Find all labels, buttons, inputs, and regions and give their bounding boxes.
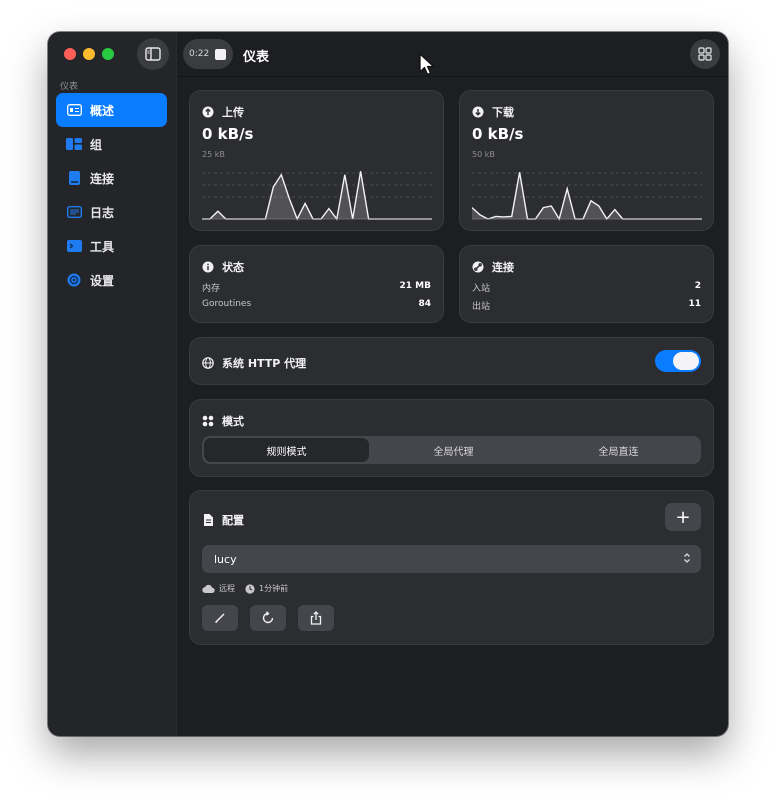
info-icon [202, 261, 214, 273]
sidebar-item-label: 工具 [90, 239, 115, 254]
mode-option-direct[interactable]: 全局直连 [536, 436, 701, 464]
memory-value: 21 MB [399, 281, 431, 291]
connections-icon [66, 170, 82, 186]
recording-indicator[interactable]: 0:22 [183, 39, 233, 69]
memory-row: 内存 21 MB [202, 281, 431, 294]
system-proxy-label: 系统 HTTP 代理 [222, 357, 307, 370]
memory-label: 内存 [202, 284, 221, 294]
profile-select-value: lucy [214, 552, 237, 566]
outbound-label: 出站 [472, 302, 491, 312]
profile-select[interactable]: lucy [202, 545, 701, 573]
outbound-row: 出站 11 [472, 299, 701, 312]
arrow-up-circle-icon [202, 106, 214, 118]
sidebar-toggle-button[interactable] [137, 38, 169, 70]
recording-time: 0:22 [189, 49, 210, 59]
profile-title: 配置 [222, 514, 244, 527]
download-card: 下载 0 kB/s 50 kB [459, 90, 714, 231]
upload-chart [202, 171, 432, 221]
overview-icon [66, 102, 82, 118]
sidebar-item-label: 连接 [90, 171, 115, 186]
profile-source: 远程 [219, 584, 235, 593]
sidebar-item-settings[interactable]: 设置 [56, 263, 167, 297]
clock-icon [245, 583, 255, 594]
connections-card: 连接 入站 2 出站 11 [459, 245, 714, 323]
mode-card: 模式 规则模式 全局代理 全局直连 [189, 399, 714, 477]
globe-icon [202, 357, 214, 369]
sidebar-item-label: 设置 [90, 273, 115, 288]
toolbar: 0:22 仪表 [177, 32, 728, 77]
status-title: 状态 [222, 261, 244, 274]
share-icon [310, 611, 322, 625]
stop-icon [215, 48, 227, 60]
system-proxy-toggle[interactable] [655, 350, 701, 372]
grid-icon [698, 47, 712, 61]
groups-icon [66, 136, 82, 152]
download-title: 下载 [492, 106, 514, 119]
goroutines-row: Goroutines 84 [202, 299, 431, 309]
sidebar-item-logs[interactable]: 日志 [56, 195, 167, 229]
four-dots-icon [202, 415, 214, 427]
inbound-row: 入站 2 [472, 281, 701, 294]
download-chart [472, 172, 702, 221]
download-chart-area [472, 172, 702, 219]
minimize-window-button[interactable] [83, 48, 95, 60]
arrow-down-circle-icon [472, 106, 484, 118]
close-window-button[interactable] [64, 48, 76, 60]
upload-chart-area [202, 171, 432, 219]
system-proxy-card: 系统 HTTP 代理 [189, 337, 714, 385]
add-profile-button[interactable]: + [665, 503, 701, 531]
page-title: 仪表 [243, 50, 270, 65]
goroutines-value: 84 [418, 299, 431, 309]
refresh-icon [262, 611, 274, 624]
pencil-icon [215, 613, 225, 624]
inbound-value: 2 [694, 281, 701, 291]
mode-option-rule[interactable]: 规则模式 [204, 438, 369, 462]
mouse-cursor-icon [419, 53, 435, 76]
zoom-window-button[interactable] [102, 48, 114, 60]
status-card: 状态 内存 21 MB Goroutines 84 [189, 245, 444, 323]
document-icon [202, 514, 214, 526]
sidebar-item-groups[interactable]: 组 [56, 127, 167, 161]
sidebar-item-connections[interactable]: 连接 [56, 161, 167, 195]
app-window: 仪表 概述 组 连接 日志 工具 设置 0:22 仪表 上传 0 kB/s 25… [48, 32, 728, 736]
download-speed: 0 kB/s [472, 125, 524, 143]
toggle-knob [673, 352, 699, 370]
upload-chart-line [202, 171, 432, 221]
sidebar-section-label: 仪表 [60, 82, 79, 92]
edit-profile-button[interactable] [202, 605, 238, 631]
logs-icon [66, 204, 82, 220]
upload-speed: 0 kB/s [202, 125, 254, 143]
mode-title: 模式 [222, 415, 244, 428]
sidebar-item-label: 概述 [90, 103, 115, 118]
sidebar: 仪表 概述 组 连接 日志 工具 设置 [48, 32, 177, 736]
sidebar-item-label: 组 [90, 137, 103, 152]
update-profile-button[interactable] [250, 605, 286, 631]
download-scale: 50 kB [472, 150, 495, 159]
mode-segmented-control: 规则模式 全局代理 全局直连 [202, 436, 701, 464]
upload-scale: 25 kB [202, 150, 225, 159]
mode-option-global[interactable]: 全局代理 [371, 436, 536, 464]
profile-meta: 远程 1分钟前 [202, 583, 298, 594]
settings-icon [66, 272, 82, 288]
sidebar-item-label: 日志 [90, 205, 115, 220]
inbound-label: 入站 [472, 284, 491, 294]
tools-icon [66, 238, 82, 254]
profile-card: 配置 + lucy 远程 1分钟前 [189, 490, 714, 645]
link-icon [472, 261, 484, 273]
chevron-up-down-icon [683, 552, 691, 567]
sidebar-item-tools[interactable]: 工具 [56, 229, 167, 263]
upload-card: 上传 0 kB/s 25 kB [189, 90, 444, 231]
sidebar-icon [145, 47, 161, 61]
profile-updated: 1分钟前 [259, 584, 289, 593]
dashboard-layout-button[interactable] [690, 39, 720, 69]
share-profile-button[interactable] [298, 605, 334, 631]
goroutines-label: Goroutines [202, 299, 252, 309]
connections-title: 连接 [492, 261, 514, 274]
cloud-icon [202, 584, 215, 593]
sidebar-item-overview[interactable]: 概述 [56, 93, 167, 127]
upload-title: 上传 [222, 106, 244, 119]
outbound-value: 11 [688, 299, 701, 309]
